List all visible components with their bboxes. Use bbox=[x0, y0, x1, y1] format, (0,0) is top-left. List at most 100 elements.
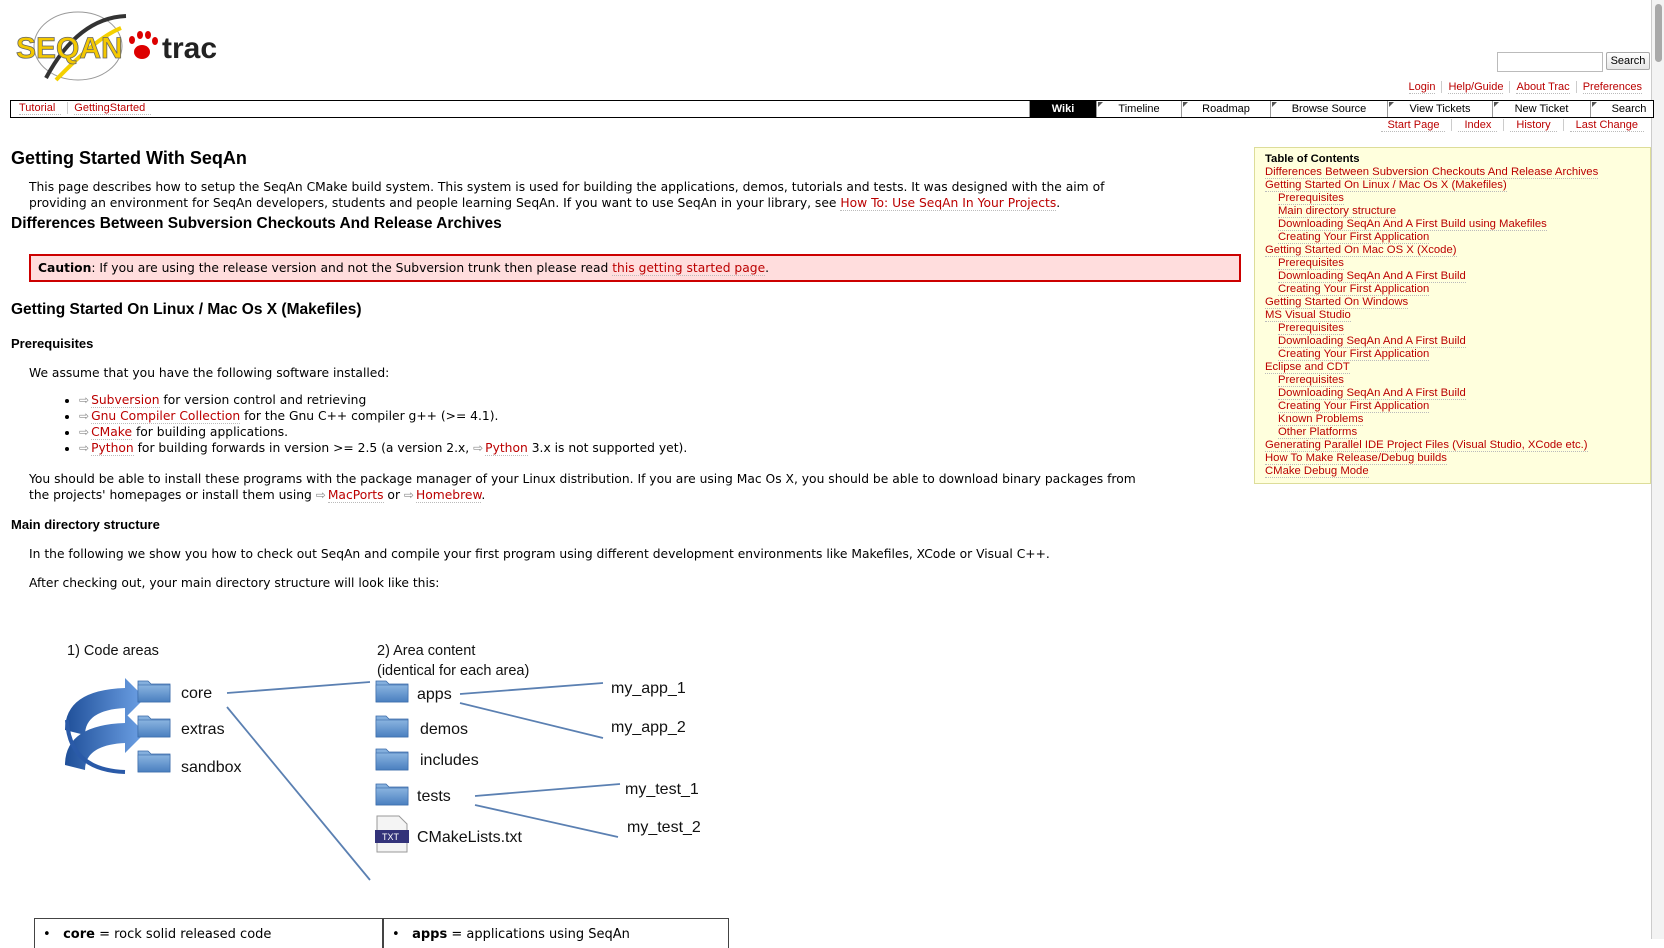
toc-entry: Other Platforms bbox=[1265, 426, 1640, 439]
toc-link[interactable]: Eclipse and CDT bbox=[1265, 361, 1350, 374]
toc-link[interactable]: Creating Your First Application bbox=[1278, 231, 1430, 244]
software-link-python[interactable]: Python bbox=[91, 441, 134, 456]
metanav-about-trac[interactable]: About Trac bbox=[1509, 81, 1575, 94]
metanav-link[interactable]: Login bbox=[1408, 81, 1436, 94]
following-text: In the following we show you how to chec… bbox=[29, 547, 1050, 561]
metanav-link[interactable]: Preferences bbox=[1582, 81, 1642, 94]
pagenav-last-change[interactable]: Last Change bbox=[1569, 119, 1644, 132]
toc-link[interactable]: Prerequisites bbox=[1278, 192, 1344, 205]
software-link-subversion[interactable]: Subversion bbox=[91, 393, 160, 408]
breadcrumb-link-gettingstarted[interactable]: GettingStarted bbox=[74, 102, 152, 115]
toc-entry: Main directory structure bbox=[1265, 205, 1640, 218]
caution-label: Caution bbox=[38, 261, 92, 275]
use-seqan-link[interactable]: How To: Use SeqAn In Your Projects bbox=[840, 196, 1057, 211]
toc-link[interactable]: Getting Started On Windows bbox=[1265, 296, 1409, 309]
metanav-link[interactable]: Help/Guide bbox=[1448, 81, 1504, 94]
meta-navigation: Login Help/Guide About Trac Preferences bbox=[1403, 81, 1648, 94]
install-end: . bbox=[481, 488, 486, 502]
main-navigation-bar: Tutorial GettingStarted Wiki Timeline Roadm… bbox=[10, 100, 1654, 118]
toc-entry: Getting Started On Linux / Mac Os X (Mak… bbox=[1265, 179, 1640, 192]
tab-timeline[interactable]: Timeline bbox=[1096, 101, 1181, 117]
toc-link[interactable]: Known Problems bbox=[1278, 413, 1364, 426]
external-link-icon: ⇨ bbox=[315, 488, 326, 502]
toc-link[interactable]: Generating Parallel IDE Project Files (V… bbox=[1265, 439, 1588, 452]
toc-link[interactable]: Prerequisites bbox=[1278, 374, 1344, 387]
macports-link[interactable]: MacPorts bbox=[327, 488, 384, 503]
seqan-trac-logo[interactable]: SEQAN trac bbox=[16, 8, 236, 84]
tab-new-ticket[interactable]: New Ticket bbox=[1492, 101, 1590, 117]
toc-entry: Creating Your First Application bbox=[1265, 231, 1640, 244]
svg-text:trac: trac bbox=[162, 32, 217, 65]
toc-link[interactable]: Downloading SeqAn And A First Build bbox=[1278, 270, 1466, 283]
diagram-heading-code-areas: 1) Code areas bbox=[67, 643, 159, 659]
toc-entries: Differences Between Subversion Checkouts… bbox=[1265, 166, 1640, 478]
tab-search[interactable]: Search bbox=[1590, 101, 1664, 117]
paw-icon bbox=[129, 31, 158, 59]
toc-link[interactable]: MS Visual Studio bbox=[1265, 309, 1351, 322]
breadcrumb-link-tutorial[interactable]: Tutorial bbox=[19, 102, 62, 115]
toc-link[interactable]: Getting Started On Linux / Mac Os X (Mak… bbox=[1265, 179, 1507, 192]
software-link-cmake[interactable]: CMake bbox=[91, 425, 133, 440]
heading-prerequisites: Prerequisites bbox=[11, 336, 94, 351]
text-file-icon: TXT bbox=[375, 815, 409, 853]
folder-icon bbox=[375, 748, 409, 771]
intro-end: . bbox=[1056, 196, 1061, 210]
toc-link[interactable]: Downloading SeqAn And A First Build bbox=[1278, 335, 1466, 348]
toc-title: Table of Contents bbox=[1265, 153, 1360, 165]
install-line-2: the projects' homepages or install them … bbox=[29, 488, 316, 502]
software-item: ⇨Gnu Compiler Collection for the Gnu C++… bbox=[79, 408, 687, 424]
metanav-login[interactable]: Login bbox=[1403, 81, 1442, 94]
tab-roadmap[interactable]: Roadmap bbox=[1181, 101, 1270, 117]
metanav-help-guide[interactable]: Help/Guide bbox=[1441, 81, 1509, 94]
getting-started-link[interactable]: this getting started page bbox=[612, 261, 766, 276]
toc-link[interactable]: CMake Debug Mode bbox=[1265, 465, 1369, 478]
toc-link[interactable]: Creating Your First Application bbox=[1278, 283, 1430, 296]
area-extras: extras bbox=[181, 721, 225, 738]
toc-link[interactable]: Other Platforms bbox=[1278, 426, 1358, 439]
breadcrumb: Tutorial GettingStarted bbox=[19, 102, 157, 115]
toc-entry: Known Problems bbox=[1265, 413, 1640, 426]
toc-link[interactable]: Differences Between Subversion Checkouts… bbox=[1265, 166, 1599, 179]
pagenav-start-page[interactable]: Start Page bbox=[1381, 119, 1446, 132]
pagenav-item: Start Page bbox=[1375, 119, 1451, 132]
software-link-python-3[interactable]: Python bbox=[485, 441, 528, 456]
toc-link[interactable]: Main directory structure bbox=[1278, 205, 1397, 218]
toc-entry: Prerequisites bbox=[1265, 192, 1640, 205]
toc-link[interactable]: Prerequisites bbox=[1278, 322, 1344, 335]
toc-entry: CMake Debug Mode bbox=[1265, 465, 1640, 478]
toc-link[interactable]: Prerequisites bbox=[1278, 257, 1344, 270]
folder-icon bbox=[375, 680, 409, 703]
software-desc: for version control and retrieving bbox=[159, 393, 367, 407]
pagenav-item: Index bbox=[1451, 119, 1503, 132]
software-item: ⇨Python for building forwards in version… bbox=[79, 440, 687, 456]
pagenav-history[interactable]: History bbox=[1510, 119, 1557, 132]
toc-entry: Prerequisites bbox=[1265, 322, 1640, 335]
toc-link[interactable]: Creating Your First Application bbox=[1278, 348, 1430, 361]
vertical-scrollbar[interactable] bbox=[1651, 0, 1664, 939]
heading-linux: Getting Started On Linux / Mac Os X (Mak… bbox=[11, 301, 362, 318]
metanav-preferences[interactable]: Preferences bbox=[1575, 81, 1648, 94]
toc-entry: Downloading SeqAn And A First Build bbox=[1265, 270, 1640, 283]
homebrew-link[interactable]: Homebrew bbox=[415, 488, 482, 503]
tab-wiki[interactable]: Wiki bbox=[1029, 101, 1096, 117]
scrollbar-thumb[interactable] bbox=[1655, 4, 1662, 62]
metanav-link[interactable]: About Trac bbox=[1516, 81, 1570, 94]
toc-link[interactable]: Downloading SeqAn And A First Build usin… bbox=[1278, 218, 1547, 231]
search-input[interactable] bbox=[1497, 52, 1603, 72]
software-link-gnu-compiler-collection[interactable]: Gnu Compiler Collection bbox=[91, 409, 241, 424]
tab-view-tickets[interactable]: View Tickets bbox=[1387, 101, 1492, 117]
logo-graphic: SEQAN trac bbox=[16, 11, 217, 82]
external-link-icon: ⇨ bbox=[79, 425, 90, 439]
toc-link[interactable]: How To Make Release/Debug builds bbox=[1265, 452, 1447, 465]
tab-browse-source[interactable]: Browse Source bbox=[1270, 101, 1387, 117]
search-button[interactable]: Search bbox=[1606, 52, 1650, 70]
diagram-heading-identical: (identical for each area) bbox=[377, 663, 529, 679]
folder-icon bbox=[375, 715, 409, 738]
toc-link[interactable]: Getting Started On Mac OS X (Xcode) bbox=[1265, 244, 1457, 257]
toc-link[interactable]: Downloading SeqAn And A First Build bbox=[1278, 387, 1466, 400]
external-link-icon: ⇨ bbox=[79, 441, 90, 455]
toc-link[interactable]: Creating Your First Application bbox=[1278, 400, 1430, 413]
pagenav-index[interactable]: Index bbox=[1458, 119, 1498, 132]
external-link-icon: ⇨ bbox=[473, 441, 484, 455]
svg-text:TXT: TXT bbox=[382, 832, 400, 842]
